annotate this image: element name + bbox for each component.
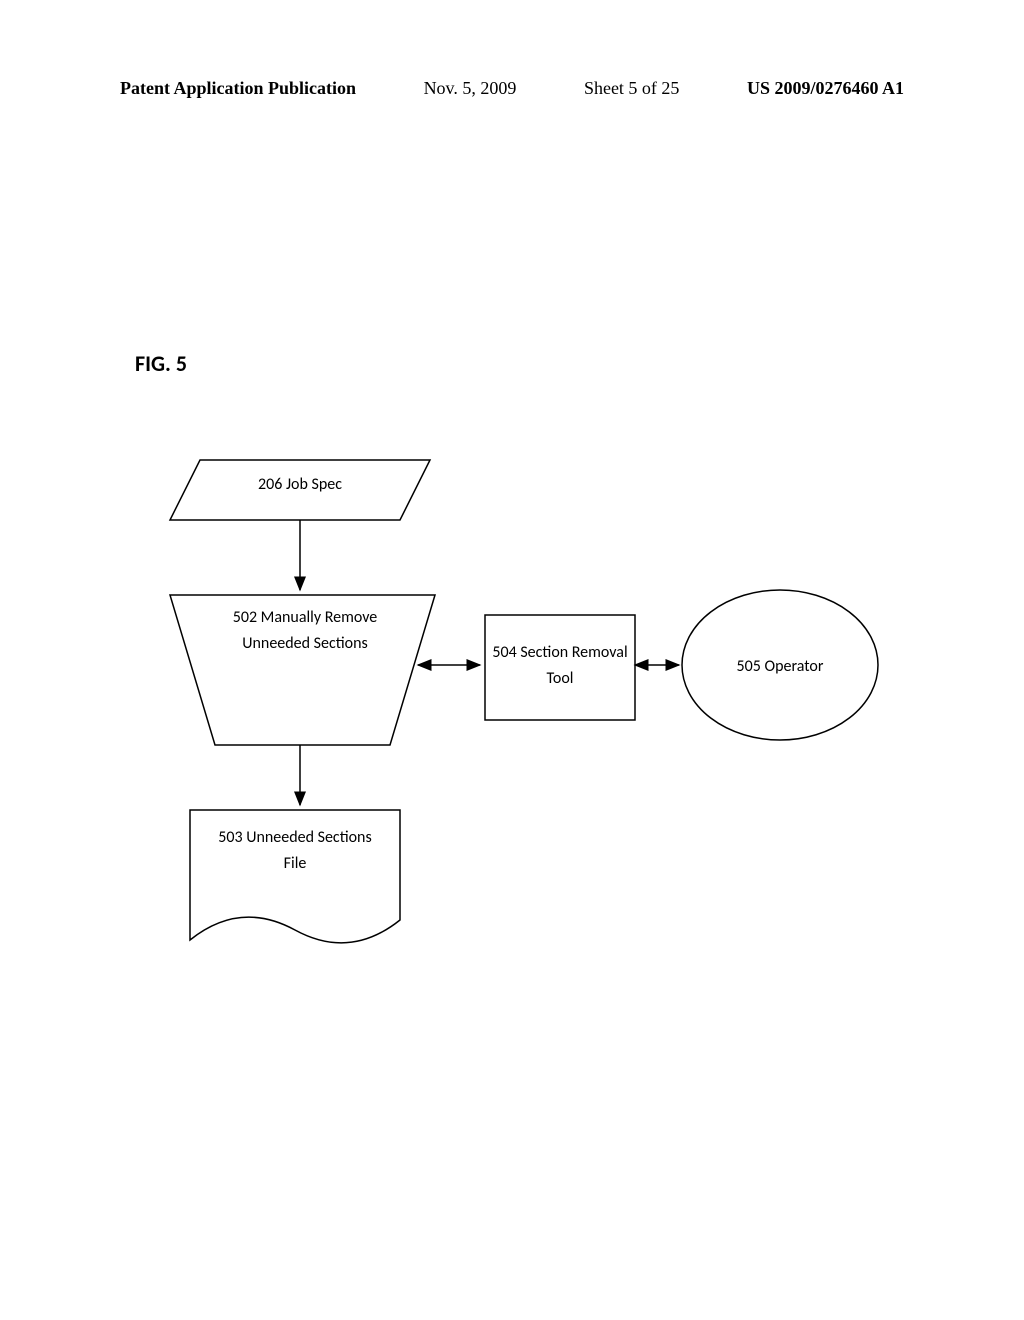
label-operator: 505 Operator — [710, 654, 850, 680]
header-sheet: Sheet 5 of 25 — [584, 78, 679, 99]
header-pubnum: US 2009/0276460 A1 — [747, 78, 904, 99]
flowchart-diagram: 206 Job Spec 502 Manually Remove Unneede… — [160, 450, 900, 970]
flowchart-svg — [160, 450, 900, 970]
header-pub-label: Patent Application Publication — [120, 78, 356, 99]
label-unneeded-file: 503 Unneeded Sections File — [210, 825, 380, 876]
label-removal-tool: 504 Section Removal Tool — [490, 640, 630, 691]
figure-title: FIG. 5 — [135, 350, 187, 377]
header-date: Nov. 5, 2009 — [424, 78, 517, 99]
label-job-spec: 206 Job Spec — [220, 472, 380, 498]
page-header: Patent Application Publication Nov. 5, 2… — [0, 78, 1024, 99]
label-manual-remove: 502 Manually Remove Unneeded Sections — [230, 605, 380, 656]
